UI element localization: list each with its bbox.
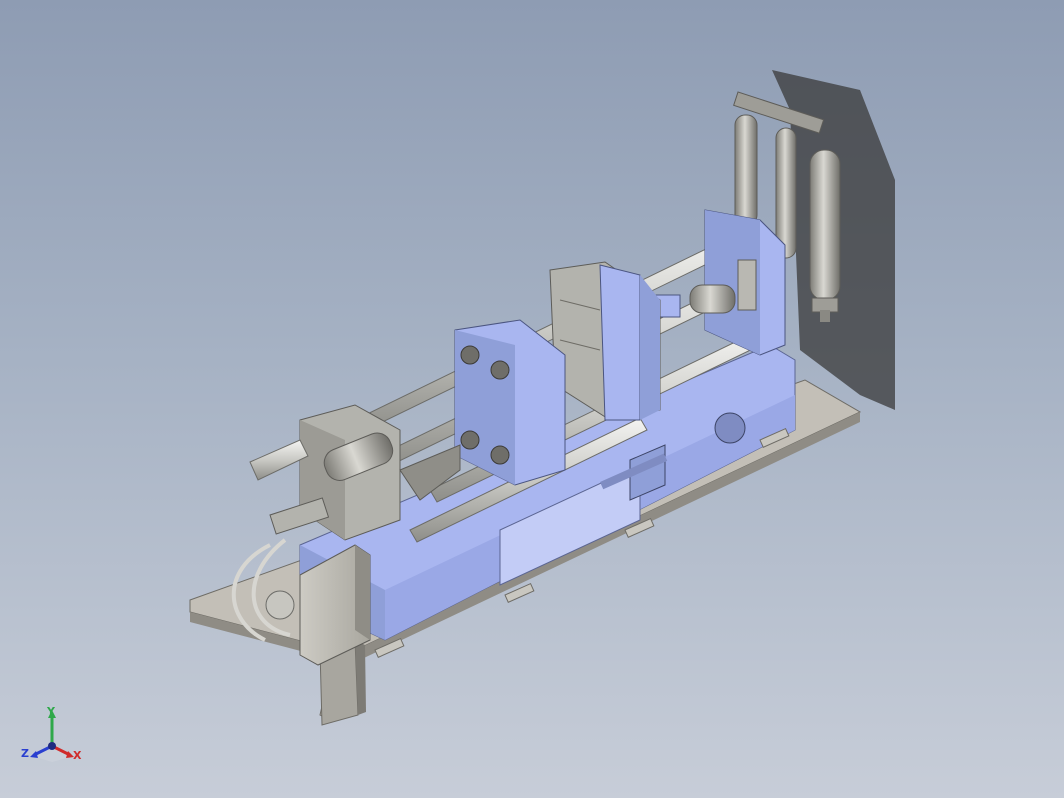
orientation-triad[interactable]: Y Z X (18, 700, 88, 770)
rear-platen (704, 209, 786, 356)
x-axis-label: X (73, 749, 82, 762)
cad-3d-viewport[interactable]: Y Z X (0, 0, 1064, 798)
die-casting-machine-model[interactable] (0, 0, 1064, 798)
fixed-platen (454, 319, 566, 486)
z-axis-label: Z (21, 747, 29, 760)
y-axis-label: Y (47, 705, 55, 718)
moving-platen (549, 261, 661, 421)
